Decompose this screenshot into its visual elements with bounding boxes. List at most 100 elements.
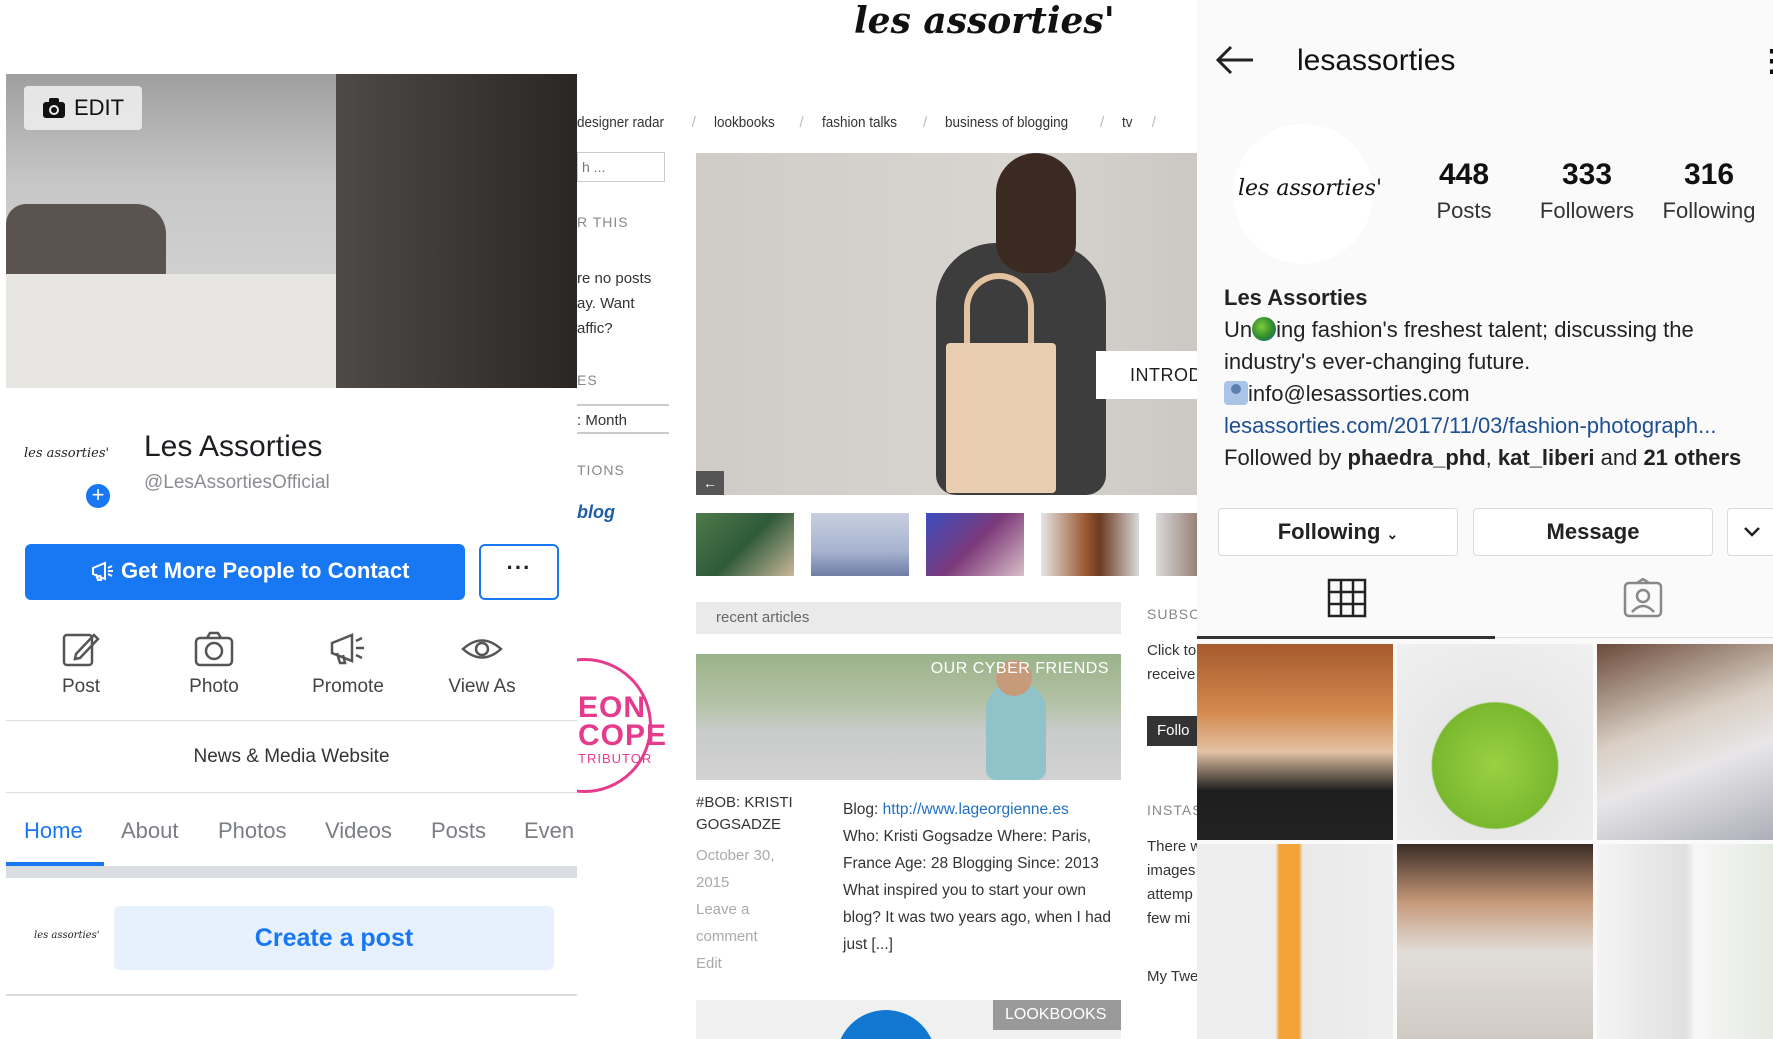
blog-badge[interactable]: blog [577, 502, 615, 523]
nav-separator: / [799, 114, 804, 131]
tab-about[interactable]: About [121, 818, 179, 844]
chevron-down-icon [1744, 527, 1760, 537]
instagram-text: images [1147, 862, 1196, 879]
post-thumbnail[interactable] [1597, 844, 1773, 1039]
view-as-action[interactable]: View As [422, 630, 542, 698]
article-image[interactable]: OUR CYBER FRIENDS [696, 654, 1121, 780]
stat-label: Following [1662, 198, 1756, 223]
slider-thumbnail[interactable] [811, 513, 909, 576]
twitter-heading: My Twe [1147, 968, 1197, 985]
followed-others[interactable]: 21 others [1643, 445, 1741, 470]
active-tab-indicator [1197, 636, 1495, 639]
tagged-icon[interactable] [1623, 577, 1663, 623]
slider-thumbnail[interactable] [926, 513, 1024, 576]
tab-videos[interactable]: Videos [325, 818, 392, 844]
more-options-icon[interactable]: ⋮ [1757, 44, 1773, 79]
article-category[interactable]: OUR CYBER FRIENDS [931, 660, 1109, 678]
tab-posts[interactable]: Posts [431, 818, 486, 844]
cover-photo[interactable]: EDIT [6, 74, 577, 388]
subscribe-text: Click to [1147, 642, 1197, 659]
archives-select[interactable]: : Month [577, 404, 669, 434]
bio-email[interactable]: info@lesassorties.com [1248, 381, 1470, 406]
blog-logo[interactable]: les assorties' [854, 0, 1184, 42]
more-options-button[interactable]: ··· [479, 544, 559, 600]
photo-action[interactable]: Photo [154, 630, 274, 698]
followed-user[interactable]: phaedra_phd [1348, 445, 1486, 470]
profile-avatar-text: les assorties' [1237, 176, 1383, 201]
followed-user[interactable]: kat_liberi [1498, 445, 1595, 470]
profile-username: lesassorties [1297, 44, 1456, 77]
neon-scope-badge[interactable]: EON COPE TRIBUTOR [577, 658, 666, 793]
follow-button[interactable]: Follo [1147, 716, 1197, 746]
page-category: News & Media Website [193, 746, 390, 767]
create-post-button[interactable]: Create a post [114, 906, 554, 970]
article-blog-label: Blog: [843, 801, 883, 818]
sidebar-text: re no posts ay. Want affic? [577, 266, 677, 341]
bio-line: Un ing fashion's freshest talent; discuss… [1224, 314, 1769, 346]
article-date-line: 2015 [696, 874, 730, 891]
slider-thumbnail[interactable] [1041, 513, 1139, 576]
instagram-text: few mi [1147, 910, 1191, 927]
post-action[interactable]: Post [21, 630, 141, 698]
photo-action-label: Photo [189, 676, 239, 697]
slider-prev-button[interactable]: ← [696, 471, 724, 495]
post-thumbnail[interactable] [1397, 844, 1593, 1039]
hero-caption[interactable]: INTRODU [1096, 351, 1197, 399]
stat-label: Posts [1436, 198, 1492, 223]
get-more-contact-button[interactable]: Get More People to Contact [25, 544, 465, 600]
leave-comment-link[interactable]: Leave a comment [696, 896, 816, 950]
edit-cover-button[interactable]: EDIT [24, 86, 142, 130]
stat-following[interactable]: 316 Following [1649, 158, 1769, 224]
grid-icon[interactable] [1327, 578, 1367, 623]
tab-events[interactable]: Even [524, 818, 574, 844]
nav-designer-radar[interactable]: designer radar [577, 114, 664, 131]
article-date-line: October 30, [696, 847, 775, 864]
globe-icon [1252, 317, 1277, 341]
article-category[interactable]: LOOKBOOKS [993, 1000, 1121, 1030]
sidebar-text-line: re no posts [577, 270, 652, 287]
page-avatar[interactable]: les assorties' [24, 446, 114, 461]
profile-bio: Les Assorties Un ing fashion's freshest t… [1224, 282, 1769, 474]
back-arrow-icon[interactable] [1215, 44, 1255, 81]
tab-home[interactable]: Home [24, 818, 83, 844]
cta-label: Get More People to Contact [121, 558, 410, 583]
cover-crowd [336, 74, 577, 388]
stat-posts[interactable]: 448 Posts [1404, 158, 1524, 224]
slider-thumbnail[interactable] [696, 513, 794, 576]
followed-by-text: and [1594, 445, 1644, 470]
following-button[interactable]: Following ⌄ [1218, 508, 1458, 556]
nav-tv[interactable]: tv [1122, 114, 1133, 131]
article-image[interactable]: LOOKBOOKS [696, 1000, 1121, 1039]
suggested-dropdown-button[interactable] [1727, 508, 1773, 556]
nav-business-of-blogging[interactable]: business of blogging [945, 114, 1068, 131]
nav-separator: / [1099, 114, 1105, 131]
promote-action[interactable]: Promote [288, 630, 408, 698]
sidebar-heading: R THIS [577, 214, 629, 230]
bio-text: Un [1224, 317, 1253, 342]
post-thumbnail[interactable] [1397, 644, 1593, 840]
slider-thumbnail[interactable] [1156, 513, 1197, 576]
recent-articles-header: recent articles [696, 602, 1121, 634]
nav-fashion-talks[interactable]: fashion talks [822, 114, 897, 131]
article-blog-link[interactable]: http://www.lageorgienne.es [883, 801, 1069, 818]
eye-icon [461, 639, 503, 659]
edit-link[interactable]: Edit [696, 950, 816, 977]
article-title[interactable]: #BOB: KRISTI GOGSADZE [696, 792, 816, 836]
article-body-text: Who: Kristi Gogsadze Where: Paris, Franc… [843, 828, 1111, 953]
post-thumbnail[interactable] [1197, 844, 1393, 1039]
post-thumbnail[interactable] [1197, 644, 1393, 840]
instagram-text: attemp [1147, 886, 1193, 903]
stat-label: Followers [1539, 198, 1635, 223]
add-profile-photo-icon[interactable]: + [84, 482, 112, 510]
instagram-profile-panel: lesassorties ⋮ les assorties' 448 Posts … [1197, 0, 1773, 1039]
hero-slider[interactable]: INTRODU ← [696, 153, 1197, 495]
chevron-down-icon: ⌄ [1386, 526, 1399, 542]
bio-link[interactable]: lesassorties.com/2017/11/03/fashion-phot… [1224, 410, 1769, 442]
followed-by-line[interactable]: Followed by phaedra_phd, kat_liberi and … [1224, 442, 1769, 474]
stat-followers[interactable]: 333 Followers [1527, 158, 1647, 224]
message-button[interactable]: Message [1473, 508, 1713, 556]
post-thumbnail[interactable] [1597, 644, 1773, 840]
nav-lookbooks[interactable]: lookbooks [714, 114, 775, 131]
search-input[interactable]: h ... [577, 152, 665, 182]
tab-photos[interactable]: Photos [218, 818, 287, 844]
